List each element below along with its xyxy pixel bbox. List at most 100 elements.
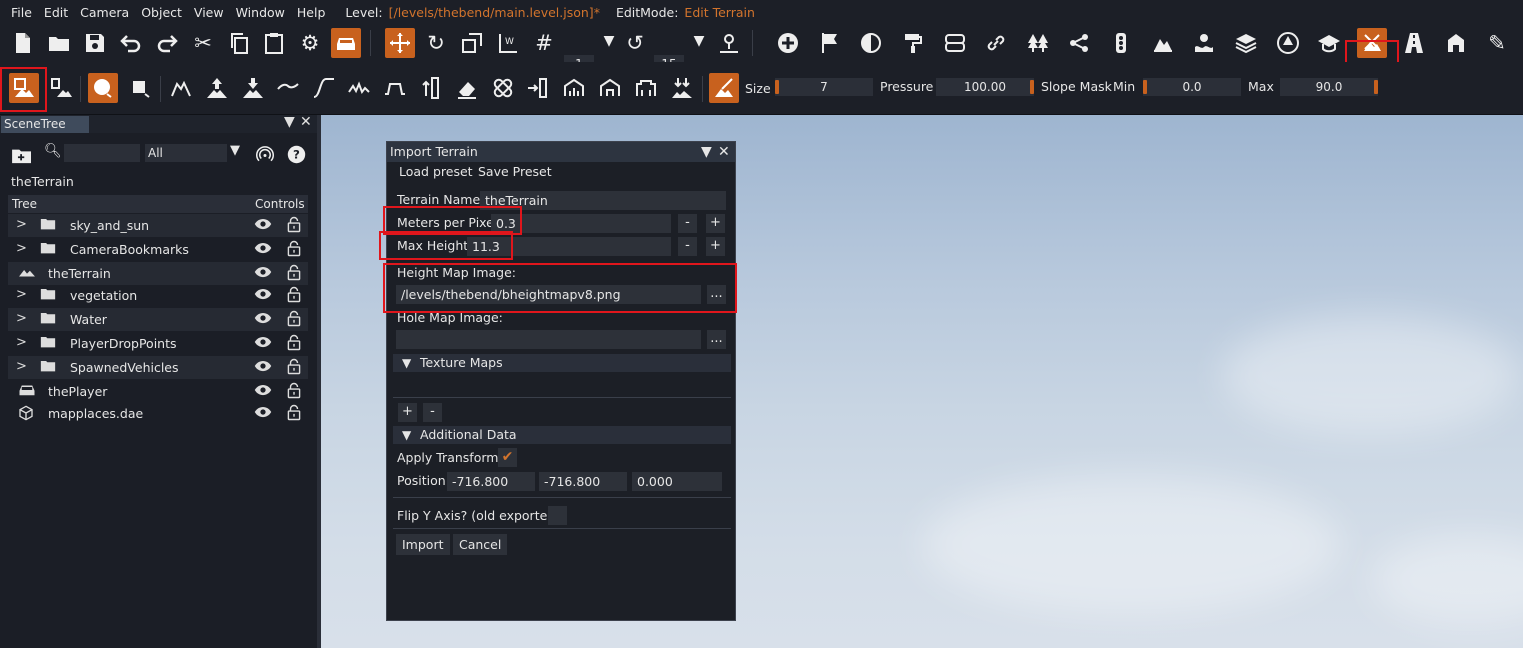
- expand-chevron-icon[interactable]: >: [16, 311, 27, 326]
- select-terrain-icon[interactable]: [166, 73, 196, 103]
- pressure-field[interactable]: 100.00: [936, 78, 1034, 96]
- flip-y-checkbox[interactable]: [548, 506, 567, 525]
- brush-circle-icon[interactable]: [88, 73, 118, 103]
- dialog-menu-icon[interactable]: ▼: [701, 142, 712, 162]
- meters-per-pixel-increment[interactable]: +: [706, 214, 725, 233]
- lock-icon[interactable]: [287, 264, 301, 284]
- raise-height-icon[interactable]: [202, 73, 232, 103]
- max-height-decrement[interactable]: -: [678, 237, 697, 256]
- paint-material-icon[interactable]: [709, 73, 739, 103]
- min-field[interactable]: 0.0: [1143, 78, 1241, 96]
- time-of-day-icon[interactable]: [856, 28, 886, 58]
- tree-row[interactable]: > Water: [8, 308, 308, 331]
- copy-icon[interactable]: [224, 28, 254, 58]
- undo-icon[interactable]: [116, 28, 146, 58]
- forest-brush-icon[interactable]: [1273, 28, 1303, 58]
- filter-select[interactable]: All: [145, 144, 227, 162]
- add-texture-button[interactable]: +: [398, 403, 417, 422]
- lock-icon[interactable]: [287, 334, 301, 354]
- slope-icon[interactable]: [309, 73, 339, 103]
- tree-row[interactable]: > sky_and_sun: [8, 214, 308, 237]
- grid-snap-icon[interactable]: #: [529, 28, 559, 58]
- filter-dropdown-icon[interactable]: ▼: [230, 143, 240, 158]
- water-plane-icon[interactable]: [1189, 28, 1219, 58]
- drop-to-ground-icon[interactable]: [714, 28, 744, 58]
- node-graph-icon[interactable]: [1064, 28, 1094, 58]
- set-height-icon[interactable]: [416, 73, 446, 103]
- menu-edit[interactable]: Edit: [38, 5, 74, 20]
- terrain-layers-icon[interactable]: [1148, 28, 1178, 58]
- terrace-icon[interactable]: [631, 73, 661, 103]
- decal-road-icon[interactable]: [940, 28, 970, 58]
- translate-gizmo-icon[interactable]: [385, 28, 415, 58]
- expand-chevron-icon[interactable]: >: [16, 217, 27, 232]
- lock-icon[interactable]: [287, 382, 301, 402]
- size-slider-knob[interactable]: [775, 80, 779, 94]
- texture-maps-section[interactable]: ▼ Texture Maps: [393, 354, 731, 372]
- max-height-increment[interactable]: +: [706, 237, 725, 256]
- visibility-eye-icon[interactable]: [254, 218, 272, 233]
- broadcast-icon[interactable]: [256, 145, 274, 166]
- menu-file[interactable]: File: [0, 5, 38, 20]
- noise-icon[interactable]: [344, 73, 374, 103]
- size-field[interactable]: 7: [775, 78, 873, 96]
- eraser-icon[interactable]: [452, 73, 482, 103]
- remove-texture-button[interactable]: -: [423, 403, 442, 422]
- import-button[interactable]: Import: [396, 534, 450, 555]
- max-field[interactable]: 90.0: [1280, 78, 1378, 96]
- rotate-snap-icon[interactable]: ↺: [620, 28, 650, 58]
- add-object-icon[interactable]: [773, 28, 803, 58]
- tree-row[interactable]: > vegetation: [8, 284, 308, 307]
- flatten-icon[interactable]: [380, 73, 410, 103]
- cancel-button[interactable]: Cancel: [453, 534, 508, 555]
- visibility-eye-icon[interactable]: [254, 312, 272, 327]
- bandage-icon[interactable]: [488, 73, 518, 103]
- visibility-eye-icon[interactable]: [254, 384, 272, 399]
- lock-icon[interactable]: [287, 404, 301, 424]
- menu-view[interactable]: View: [188, 5, 230, 20]
- tree-row[interactable]: theTerrain: [8, 262, 308, 285]
- rotate-snap-dropdown-icon[interactable]: ▼: [684, 26, 714, 56]
- hole-map-input[interactable]: [396, 330, 701, 349]
- panel-menu-icon[interactable]: ▼: [284, 114, 295, 130]
- material-stack-icon[interactable]: [1231, 28, 1261, 58]
- scale-gizmo-icon[interactable]: [457, 28, 487, 58]
- menu-object[interactable]: Object: [135, 5, 188, 20]
- visibility-eye-icon[interactable]: [254, 336, 272, 351]
- additional-data-section[interactable]: ▼ Additional Data: [393, 426, 731, 444]
- link-icon[interactable]: [981, 28, 1011, 58]
- new-group-icon[interactable]: [11, 146, 33, 167]
- min-slider-knob[interactable]: [1143, 80, 1147, 94]
- position-y-input[interactable]: -716.800: [539, 472, 627, 491]
- road-icon[interactable]: [1399, 28, 1429, 58]
- tree-row[interactable]: thePlayer: [8, 380, 308, 403]
- brush-square-icon[interactable]: [126, 73, 156, 103]
- save-icon[interactable]: [80, 28, 110, 58]
- lock-icon[interactable]: [287, 286, 301, 306]
- paste-icon[interactable]: [259, 28, 289, 58]
- visibility-eye-icon[interactable]: [254, 360, 272, 375]
- cut-icon[interactable]: ✂: [188, 28, 218, 58]
- lower-height-icon[interactable]: [238, 73, 268, 103]
- flag-icon[interactable]: [815, 28, 845, 58]
- paint-roller-icon[interactable]: [898, 28, 928, 58]
- position-x-input[interactable]: -716.800: [447, 472, 535, 491]
- lock-icon[interactable]: [287, 240, 301, 260]
- visibility-eye-icon[interactable]: [254, 242, 272, 257]
- hole-map-browse-button[interactable]: ...: [707, 330, 726, 349]
- redo-icon[interactable]: [152, 28, 182, 58]
- drop-sediment-icon[interactable]: [667, 73, 697, 103]
- building-icon[interactable]: [1441, 28, 1471, 58]
- dialog-close-icon[interactable]: ✕: [718, 142, 730, 162]
- max-slider-knob[interactable]: [1374, 80, 1378, 94]
- tree-row[interactable]: mapplaces.dae: [8, 402, 308, 425]
- forest-icon[interactable]: [1023, 28, 1053, 58]
- help-icon[interactable]: ?: [287, 145, 306, 167]
- export-terrain-icon[interactable]: [46, 73, 76, 103]
- lock-icon[interactable]: [287, 216, 301, 236]
- world-local-icon[interactable]: W: [493, 28, 523, 58]
- tree-row[interactable]: > SpawnedVehicles: [8, 356, 308, 379]
- tree-row[interactable]: > PlayerDropPoints: [8, 332, 308, 355]
- pressure-slider-knob[interactable]: [1030, 80, 1034, 94]
- expand-chevron-icon[interactable]: >: [16, 335, 27, 350]
